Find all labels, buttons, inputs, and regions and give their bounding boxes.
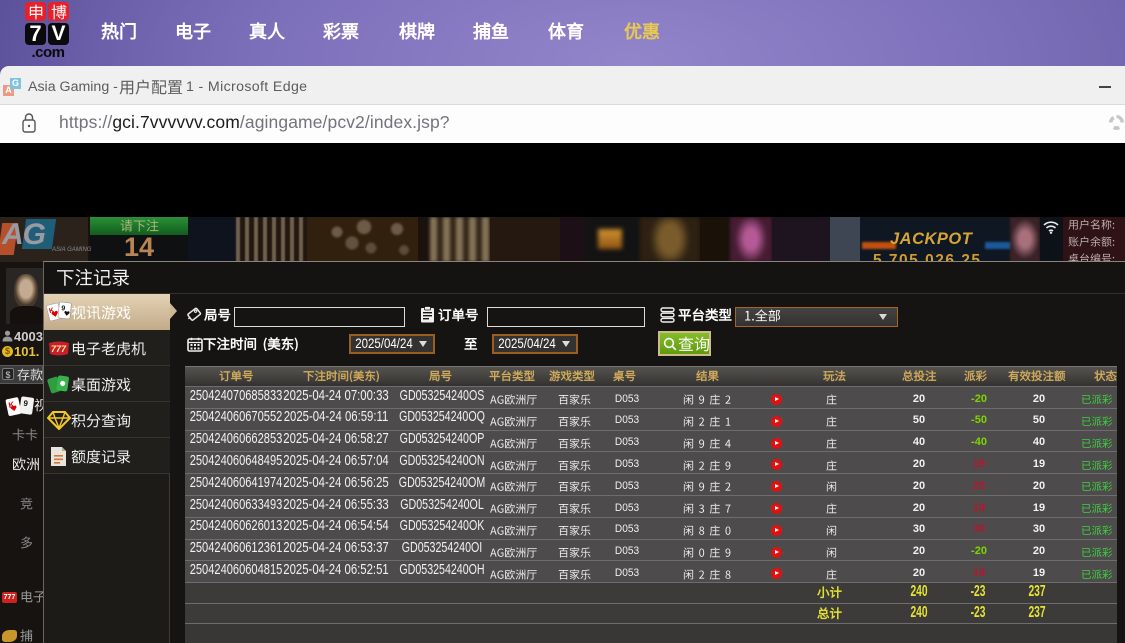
svg-text:777: 777 (51, 344, 67, 354)
